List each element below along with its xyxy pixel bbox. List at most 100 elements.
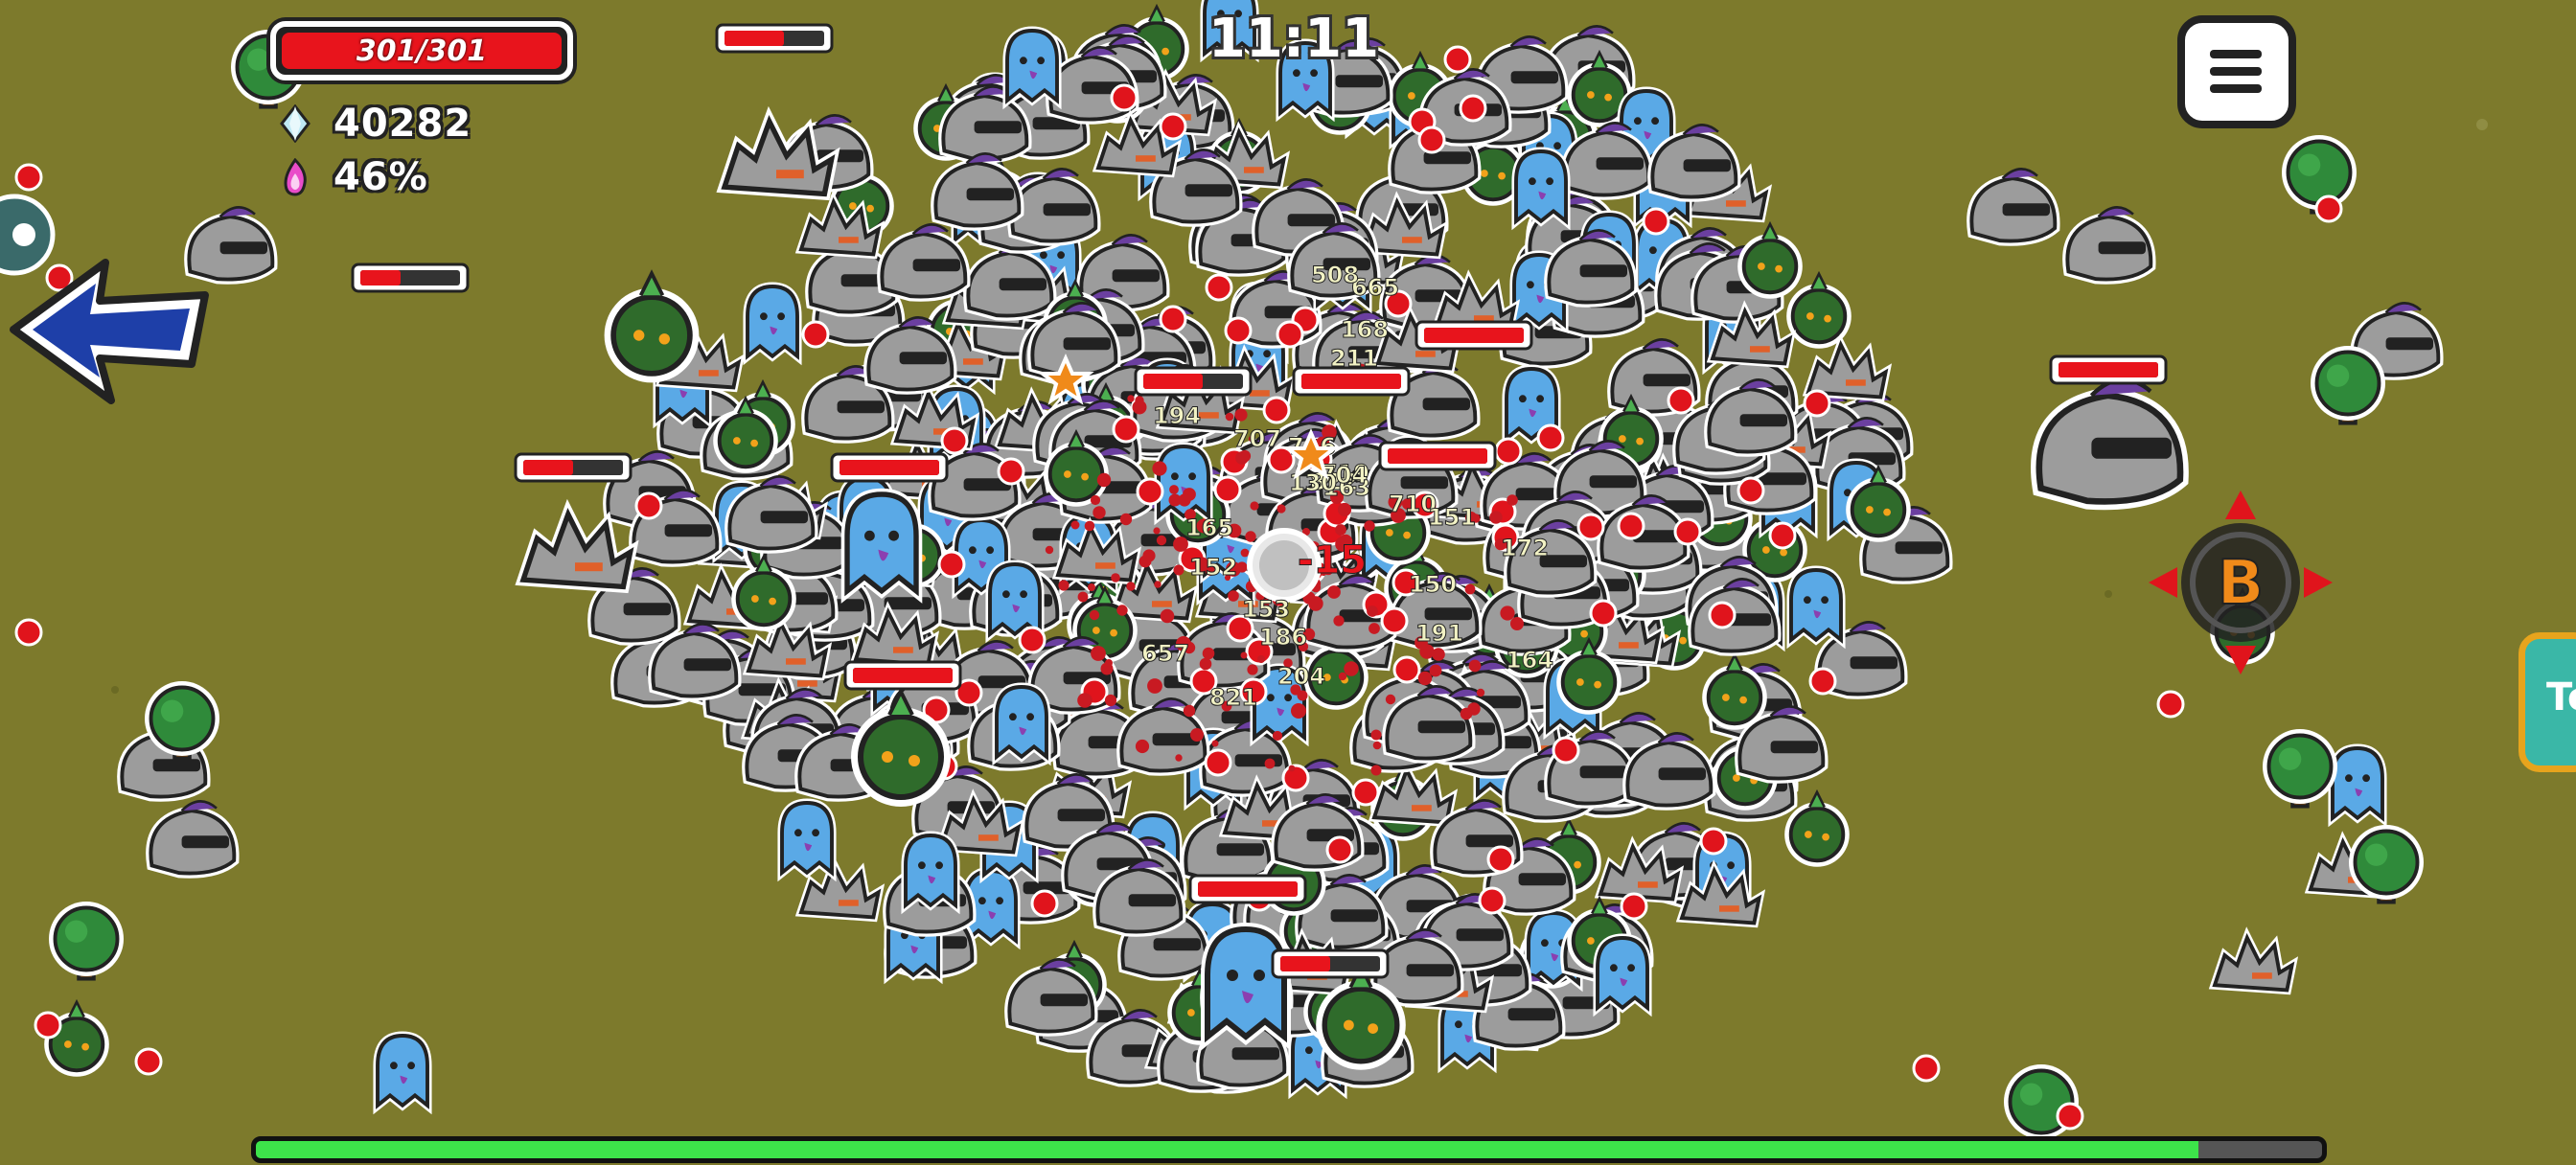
blood-splatter bbox=[1088, 583, 1095, 591]
bullet bbox=[1478, 886, 1506, 915]
blood-splatter bbox=[1247, 664, 1258, 675]
bullet bbox=[2056, 1102, 2084, 1131]
side-tab-label: To bbox=[2546, 675, 2576, 720]
damage-number: 165 bbox=[1185, 514, 1233, 541]
bullet bbox=[634, 491, 663, 520]
bullet bbox=[2156, 690, 2185, 719]
blood-splatter bbox=[1370, 729, 1382, 741]
bullet bbox=[1205, 273, 1233, 302]
boss-letter: B bbox=[2218, 548, 2265, 619]
ghost-enemy bbox=[748, 286, 797, 356]
blood-splatter bbox=[1228, 590, 1239, 602]
blood-splatter bbox=[1126, 582, 1136, 591]
bullet bbox=[801, 320, 830, 349]
bullet bbox=[14, 618, 43, 647]
blood-splatter bbox=[1335, 524, 1346, 536]
blood-splatter bbox=[1250, 501, 1259, 511]
experience-fill bbox=[256, 1141, 2198, 1158]
menu-button[interactable] bbox=[2177, 15, 2296, 128]
blood-splatter bbox=[1173, 564, 1184, 576]
blood-splatter bbox=[1385, 694, 1396, 705]
damage-number: 150 bbox=[1409, 571, 1457, 598]
ghost-enemy bbox=[1598, 938, 1647, 1008]
bullet bbox=[1159, 112, 1187, 141]
blood-splatter bbox=[1245, 531, 1256, 542]
hamburger-icon-line bbox=[2210, 84, 2262, 93]
bullet bbox=[1136, 477, 1164, 506]
bullet bbox=[1736, 476, 1765, 505]
blood-splatter bbox=[1500, 605, 1515, 621]
tree bbox=[47, 900, 126, 981]
blood-splatter bbox=[1199, 657, 1212, 671]
blood-splatter bbox=[1367, 605, 1378, 617]
blood-splatter bbox=[1237, 565, 1243, 571]
side-tab-button[interactable]: To bbox=[2518, 632, 2576, 772]
elite-snake bbox=[523, 514, 631, 587]
bullet bbox=[1768, 521, 1797, 550]
survival-timer: 11:11 bbox=[1208, 8, 1380, 70]
bullet bbox=[997, 457, 1025, 486]
hamburger-icon-line bbox=[2210, 67, 2262, 76]
blood-splatter bbox=[1090, 494, 1101, 506]
blood-splatter bbox=[1344, 661, 1359, 676]
ghost-enemy bbox=[2333, 748, 2382, 818]
blood-splatter bbox=[1460, 707, 1473, 720]
blood-splatter bbox=[1276, 504, 1286, 514]
blood-splatter bbox=[1327, 585, 1341, 599]
blood-splatter bbox=[1338, 672, 1347, 681]
bullet bbox=[1276, 320, 1304, 349]
gem-counter: 40282 bbox=[278, 100, 472, 148]
blood-splatter bbox=[1077, 693, 1092, 708]
player-health-text: 301/301 bbox=[356, 34, 488, 68]
boss-target-icon: B bbox=[2149, 491, 2333, 674]
blood-splatter bbox=[1091, 646, 1106, 661]
gem-count: 40282 bbox=[334, 102, 472, 146]
damage-number: 151 bbox=[1428, 504, 1476, 531]
knight-enemy bbox=[1971, 169, 2055, 240]
blood-splatter bbox=[1183, 704, 1196, 718]
elite-knight bbox=[2039, 379, 2180, 501]
blood-splatter bbox=[1178, 493, 1191, 507]
blood-splatter bbox=[1092, 506, 1106, 519]
damage-number: -15 bbox=[1298, 538, 1367, 582]
bullet bbox=[1325, 835, 1354, 864]
damage-number: 153 bbox=[1242, 596, 1290, 623]
blood-splatter bbox=[1190, 728, 1204, 742]
enemy-health-bar bbox=[843, 660, 962, 691]
blood-splatter bbox=[1147, 678, 1162, 694]
bullet bbox=[1159, 305, 1187, 333]
damage-number: 707 bbox=[1233, 425, 1281, 452]
blood-splatter bbox=[1119, 513, 1133, 526]
knight-enemy bbox=[935, 153, 1019, 225]
damage-number: 191 bbox=[1415, 620, 1463, 647]
ghost-enemy bbox=[1007, 31, 1057, 101]
enemy-health-bar bbox=[514, 452, 632, 483]
bullet bbox=[1443, 45, 1472, 74]
bullet bbox=[1112, 415, 1140, 444]
bullet bbox=[937, 550, 966, 579]
blood-splatter bbox=[1256, 654, 1266, 664]
blood-splatter bbox=[1368, 623, 1380, 634]
off-screen-indicator bbox=[0, 194, 56, 276]
damage-number: 172 bbox=[1501, 535, 1549, 561]
blood-splatter bbox=[1468, 659, 1482, 673]
bullet bbox=[1667, 386, 1695, 415]
ghost-enemy bbox=[990, 564, 1040, 634]
blood-splatter bbox=[1506, 494, 1518, 506]
bullet bbox=[1803, 389, 1831, 418]
blood-splatter bbox=[1154, 581, 1162, 588]
bullet bbox=[1912, 1054, 1941, 1083]
blood-splatter bbox=[1211, 740, 1219, 747]
power-meter: 46% bbox=[278, 153, 428, 201]
urchin-enemy bbox=[1808, 345, 1886, 398]
bullet bbox=[1281, 764, 1310, 792]
blood-splatter bbox=[1370, 765, 1382, 776]
damage-number: 186 bbox=[1259, 624, 1307, 651]
enemy-health-bar bbox=[715, 23, 834, 54]
blood-splatter bbox=[1116, 605, 1128, 616]
damage-number: 657 bbox=[1141, 640, 1189, 667]
blood-splatter bbox=[1225, 412, 1234, 422]
bullet bbox=[1808, 667, 1837, 696]
damage-number: 211 bbox=[1330, 345, 1378, 372]
blood-splatter bbox=[1202, 647, 1215, 660]
